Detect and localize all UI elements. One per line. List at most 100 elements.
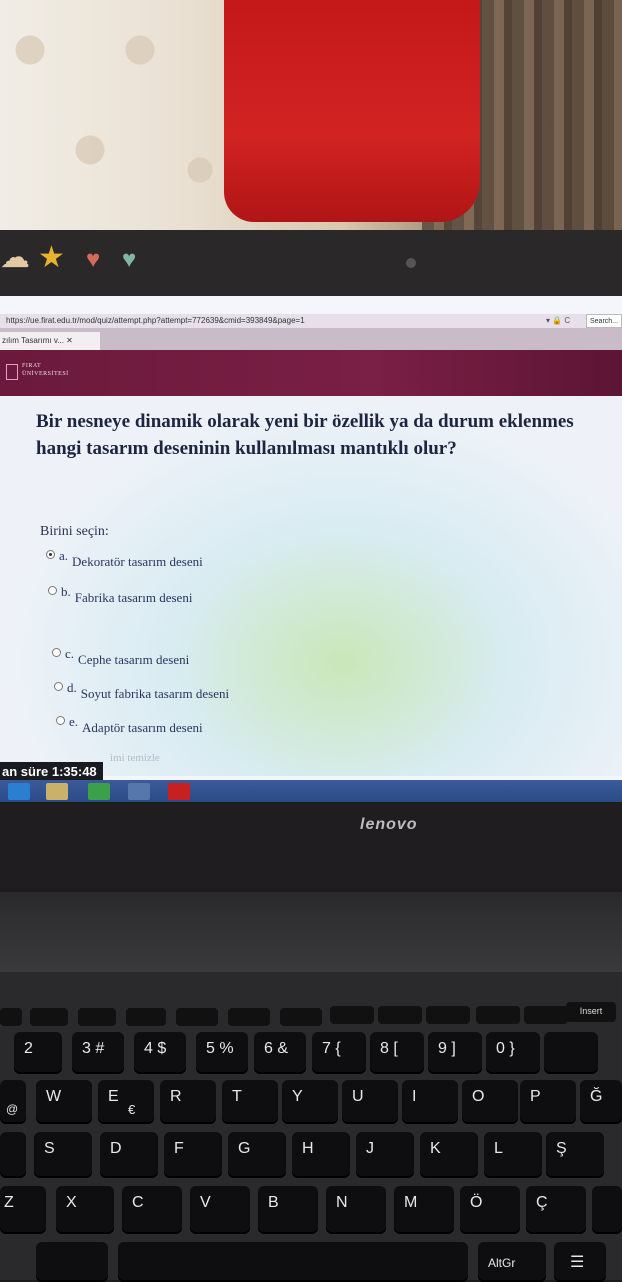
key-5[interactable]: 5 % xyxy=(196,1032,248,1074)
key-label: Ç xyxy=(536,1194,548,1211)
key-d[interactable]: D xyxy=(100,1132,158,1178)
option-text: Cephe tasarım deseni xyxy=(78,652,190,667)
key-h[interactable]: H xyxy=(292,1132,350,1178)
key-3[interactable]: 3 # xyxy=(72,1032,124,1074)
key-label: P xyxy=(530,1088,541,1105)
key-altgr[interactable]: AltGr xyxy=(478,1242,546,1282)
radio-button[interactable] xyxy=(52,648,61,657)
question-text: Bir nesneye dinamik olarak yeni bir özel… xyxy=(36,408,622,462)
key-label: M xyxy=(404,1194,418,1211)
file-explorer-icon[interactable] xyxy=(46,783,68,800)
internet-explorer-icon[interactable] xyxy=(8,783,30,800)
key-label: C xyxy=(132,1194,144,1211)
key-x[interactable]: X xyxy=(56,1186,114,1234)
key-9[interactable]: 9 ] xyxy=(428,1032,482,1074)
clear-selection-link[interactable]: imi temizle xyxy=(110,752,160,764)
key-m[interactable]: M xyxy=(394,1186,454,1234)
f9-key[interactable] xyxy=(378,1006,422,1024)
app-icon[interactable] xyxy=(128,783,150,800)
f8-key[interactable] xyxy=(330,1006,374,1024)
store-icon[interactable] xyxy=(88,783,110,800)
laptop-bottom-bezel xyxy=(0,802,622,892)
insert-key[interactable]: Insert xyxy=(566,1002,616,1022)
key-label: H xyxy=(302,1140,314,1157)
key-2[interactable]: 2 xyxy=(14,1032,62,1074)
lock-icon: ▾ 🔒 C xyxy=(546,316,571,325)
key-y[interactable]: Y xyxy=(282,1080,338,1124)
key-r[interactable]: R xyxy=(160,1080,216,1124)
option-letter: a. xyxy=(59,548,69,563)
key-g-breve[interactable]: Ğ xyxy=(580,1080,622,1124)
key-u[interactable]: U xyxy=(342,1080,398,1124)
key-z[interactable]: Z xyxy=(0,1186,46,1234)
option-a[interactable]: a. Dekoratör tasarım deseni xyxy=(46,548,203,569)
key-period[interactable] xyxy=(592,1186,622,1234)
option-b[interactable]: b. Fabrika tasarım deseni xyxy=(48,584,192,605)
search-box[interactable]: Search... xyxy=(586,314,622,328)
space-bar[interactable] xyxy=(118,1242,468,1282)
key-n[interactable]: N xyxy=(326,1186,386,1234)
key-s[interactable]: S xyxy=(34,1132,92,1178)
option-text: Fabrika tasarım deseni xyxy=(74,590,193,605)
radio-button[interactable] xyxy=(54,682,63,691)
key-q[interactable]: @ xyxy=(0,1080,26,1124)
key-7[interactable]: 7 { xyxy=(312,1032,366,1074)
key-4[interactable]: 4 $ xyxy=(134,1032,186,1074)
key-c-cedilla[interactable]: Ç xyxy=(526,1186,586,1234)
f4-key[interactable] xyxy=(126,1008,166,1026)
f5-key[interactable] xyxy=(176,1008,218,1026)
f11-key[interactable] xyxy=(476,1006,520,1024)
option-e[interactable]: e. Adaptör tasarım deseni xyxy=(56,714,203,735)
key-label: W xyxy=(46,1088,62,1105)
university-logo[interactable] xyxy=(6,364,18,380)
key-question[interactable] xyxy=(544,1032,598,1074)
key-label: 6 & xyxy=(264,1040,289,1057)
radio-button[interactable] xyxy=(56,716,65,725)
key-label: Y xyxy=(292,1088,303,1105)
f10-key[interactable] xyxy=(426,1006,470,1024)
key-6[interactable]: 6 & xyxy=(254,1032,306,1074)
option-c[interactable]: c. Cephe tasarım deseni xyxy=(52,646,189,667)
browser-tab[interactable]: zılım Tasarımı v... ✕ xyxy=(0,332,100,350)
key-l[interactable]: L xyxy=(484,1132,542,1178)
key-f[interactable]: F xyxy=(164,1132,222,1178)
menu-key[interactable]: ☰ xyxy=(554,1242,606,1282)
key-v[interactable]: V xyxy=(190,1186,250,1234)
key-b[interactable]: B xyxy=(258,1186,318,1234)
key-t[interactable]: T xyxy=(222,1080,278,1124)
f2-key[interactable] xyxy=(30,1008,68,1026)
key-alt[interactable] xyxy=(36,1242,108,1282)
red-flag xyxy=(224,0,480,222)
url-text[interactable]: https://ue.firat.edu.tr/mod/quiz/attempt… xyxy=(6,316,305,325)
acrobat-icon[interactable] xyxy=(168,783,190,800)
key-k[interactable]: K xyxy=(420,1132,478,1178)
f7-key[interactable] xyxy=(280,1008,322,1026)
key-0[interactable]: 0 } xyxy=(486,1032,540,1074)
key-j[interactable]: J xyxy=(356,1132,414,1178)
key-e[interactable]: E € xyxy=(98,1080,154,1124)
radio-button-checked[interactable] xyxy=(46,550,55,559)
key-p[interactable]: P xyxy=(520,1080,576,1124)
key-label: N xyxy=(336,1194,348,1211)
key-w[interactable]: W xyxy=(36,1080,92,1124)
key-a[interactable] xyxy=(0,1132,26,1178)
key-g[interactable]: G xyxy=(228,1132,286,1178)
key-c[interactable]: C xyxy=(122,1186,182,1234)
option-d[interactable]: d. Soyut fabrika tasarım deseni xyxy=(54,680,229,701)
key-label: AltGr xyxy=(488,1256,516,1270)
f6-key[interactable] xyxy=(228,1008,270,1026)
euro-label: € xyxy=(128,1102,136,1117)
key-o[interactable]: O xyxy=(462,1080,518,1124)
address-bar[interactable]: https://ue.firat.edu.tr/mod/quiz/attempt… xyxy=(0,314,622,328)
key-s-cedilla[interactable]: Ş xyxy=(546,1132,604,1178)
f1-key[interactable] xyxy=(0,1008,22,1026)
key-label: Ğ xyxy=(590,1088,603,1105)
cloud-sticker: ☁ xyxy=(0,241,30,274)
f12-key[interactable] xyxy=(524,1006,568,1024)
radio-button[interactable] xyxy=(48,586,57,595)
f3-key[interactable] xyxy=(78,1008,116,1026)
site-header: FIRAT ÜNİVERSİTESİ xyxy=(0,350,622,396)
key-8[interactable]: 8 [ xyxy=(370,1032,424,1074)
key-i[interactable]: I xyxy=(402,1080,458,1124)
key-o-umlaut[interactable]: Ö xyxy=(460,1186,520,1234)
